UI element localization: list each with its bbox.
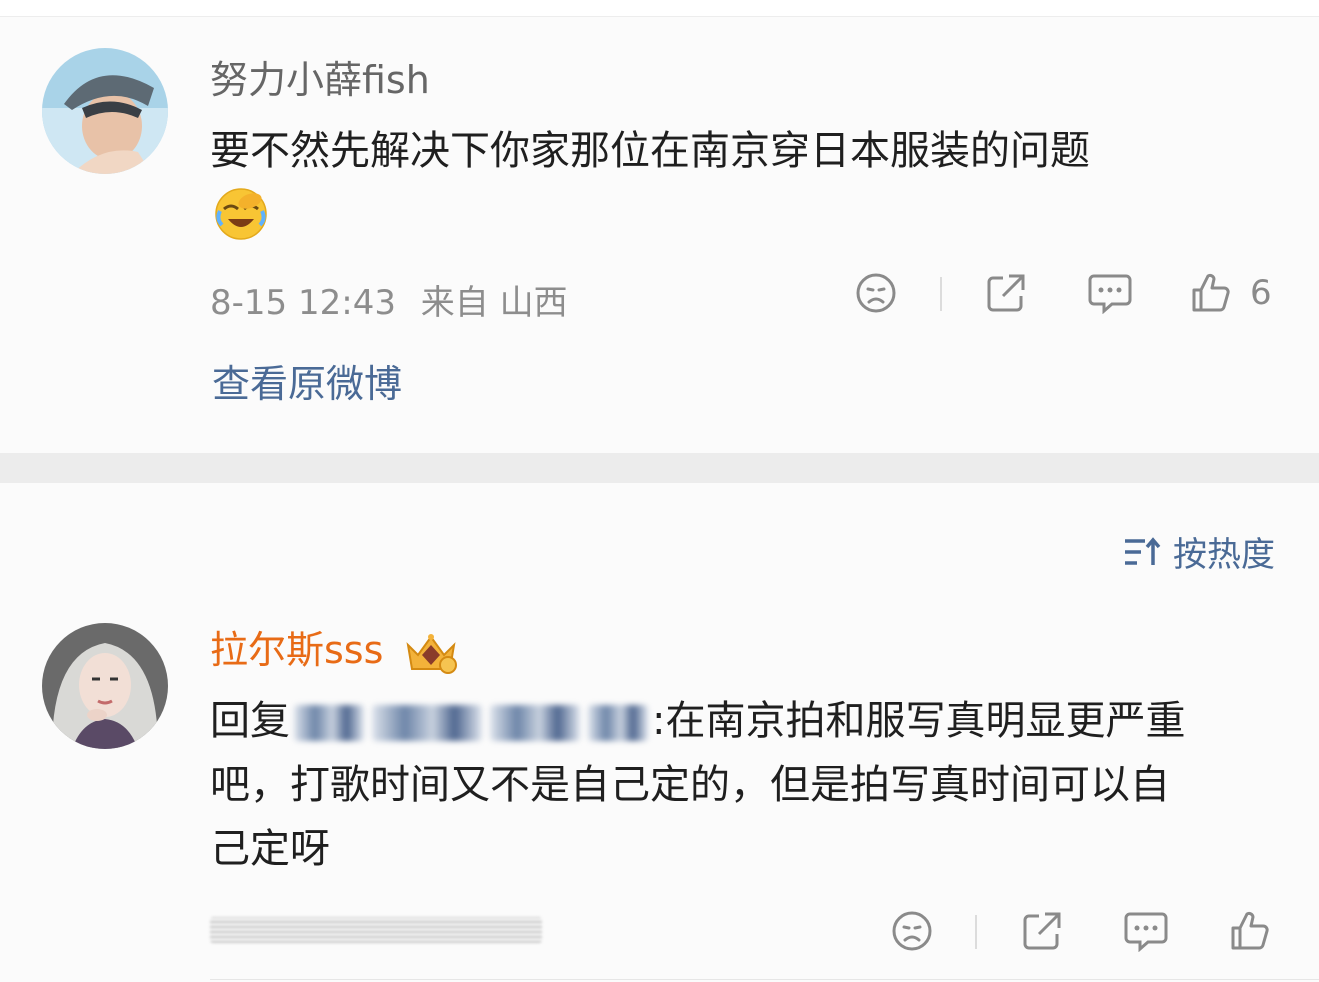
action-separator bbox=[975, 915, 977, 949]
bottom-rule bbox=[210, 979, 1319, 980]
sort-label: 按热度 bbox=[1173, 535, 1275, 575]
comment-icon bbox=[1088, 274, 1132, 314]
location: 来自 山西 bbox=[420, 283, 568, 323]
comment-card-2: 按热度 拉尔斯sss 回复 :在南京拍和服写真明显更严重 吧，打歌时间又不是自己定… bbox=[0, 483, 1319, 982]
comment-button[interactable] bbox=[1086, 269, 1134, 317]
share-icon bbox=[987, 274, 1025, 312]
sad-face-icon bbox=[856, 273, 896, 313]
timestamp: 8-15 12:43 bbox=[210, 283, 396, 323]
comment-line-1: 回复 :在南京拍和服写真明显更严重 bbox=[210, 689, 1290, 753]
comment-text: 要不然先解决下你家那位在南京穿日本服装的问题 bbox=[210, 128, 1090, 174]
redacted-meta bbox=[210, 917, 542, 943]
sort-by-popularity-button[interactable]: 按热度 bbox=[1123, 527, 1275, 576]
action-separator bbox=[940, 277, 942, 311]
top-edge bbox=[0, 0, 1319, 17]
share-button[interactable] bbox=[1018, 907, 1066, 955]
reply-prefix: 回复 bbox=[210, 698, 290, 744]
reply-text: :在南京拍和服写真明显更严重 bbox=[652, 698, 1186, 744]
comment-meta: 8-15 12:43 来自 山西 bbox=[210, 275, 568, 324]
thumbs-up-icon bbox=[1192, 273, 1230, 312]
share-icon bbox=[1023, 912, 1061, 950]
comment-card-1: 努力小薛fish 要不然先解决下你家那位在南京穿日本服装的问题 8-15 12:… bbox=[0, 17, 1319, 453]
sort-icon bbox=[1125, 536, 1161, 565]
avatar-photo bbox=[42, 623, 168, 749]
like-button[interactable] bbox=[1226, 907, 1274, 955]
share-button[interactable] bbox=[982, 269, 1030, 317]
comment-line-2: 吧，打歌时间又不是自己定的，但是拍写真时间可以自 bbox=[210, 762, 1170, 808]
dislike-button[interactable] bbox=[888, 907, 936, 955]
dislike-button[interactable] bbox=[852, 269, 900, 317]
comment-username[interactable]: 拉尔斯sss bbox=[210, 627, 458, 675]
thumbs-up-icon bbox=[1231, 911, 1269, 950]
avatar-photo bbox=[42, 48, 168, 174]
like-button[interactable]: 6 bbox=[1190, 269, 1286, 317]
avatar[interactable] bbox=[42, 48, 168, 174]
laughing-crying-emoji bbox=[214, 187, 268, 241]
crown-badge-icon bbox=[406, 633, 457, 674]
like-count: 6 bbox=[1250, 273, 1272, 313]
section-divider bbox=[0, 453, 1319, 483]
sad-face-icon bbox=[892, 911, 932, 951]
view-original-post-link[interactable]: 查看原微博 bbox=[212, 353, 402, 408]
comment-icon bbox=[1124, 912, 1168, 952]
avatar[interactable] bbox=[42, 623, 168, 749]
comment-text: 回复 :在南京拍和服写真明显更严重 吧，打歌时间又不是自己定的，但是拍写真时间可以… bbox=[210, 689, 1290, 881]
redacted-username bbox=[290, 698, 652, 744]
comment-button[interactable] bbox=[1122, 907, 1170, 955]
comment-line-3: 己定呀 bbox=[210, 826, 330, 872]
comment-username[interactable]: 努力小薛fish bbox=[210, 57, 430, 103]
username-text: 拉尔斯sss bbox=[210, 628, 384, 672]
